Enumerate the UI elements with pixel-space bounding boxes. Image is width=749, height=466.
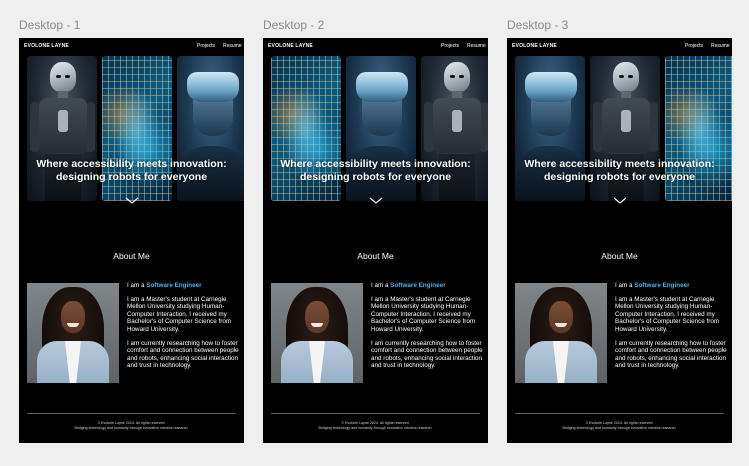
chevron-down-icon[interactable] [507, 191, 732, 204]
nav-projects-link[interactable]: Projects [685, 43, 703, 49]
bio-paragraph-2: I am currently researching how to foster… [371, 339, 483, 370]
bio-section: I am a Software Engineer I am a Master's… [371, 282, 484, 376]
desktop-frame-3[interactable]: EVOLONE LAYNE Projects Resume Where acce… [507, 38, 732, 443]
nav-projects-link[interactable]: Projects [197, 43, 215, 49]
nav-resume-link[interactable]: Resume [467, 43, 486, 49]
bio-paragraph-1: I am a Master's student at Carnegie Mell… [371, 295, 476, 333]
role-line: I am a Software Engineer [127, 282, 202, 289]
footer: © Evolone Layne 2024. All rights reserve… [562, 421, 677, 430]
top-nav: EVOLONE LAYNE Projects Resume [263, 38, 488, 54]
role-highlight: Software Engineer [146, 282, 202, 289]
hero-title: Where accessibility meets innovation: des… [36, 158, 227, 183]
footer-divider [27, 413, 236, 414]
about-heading: About Me [601, 251, 638, 261]
profile-photo [271, 283, 363, 383]
nav-projects-link[interactable]: Projects [441, 43, 459, 49]
brand-logo[interactable]: EVOLONE LAYNE [268, 43, 313, 49]
hero-title: Where accessibility meets innovation: des… [280, 158, 471, 183]
footer: © Evolone Layne 2024. All rights reserve… [74, 421, 189, 430]
frame-label-1: Desktop - 1 [19, 18, 81, 32]
brand-logo[interactable]: EVOLONE LAYNE [24, 43, 69, 49]
footer-divider [271, 413, 480, 414]
top-nav: EVOLONE LAYNE Projects Resume [507, 38, 732, 54]
bio-paragraph-1: I am a Master's student at Carnegie Mell… [127, 295, 232, 333]
role-line: I am a Software Engineer [615, 282, 690, 289]
top-nav: EVOLONE LAYNE Projects Resume [19, 38, 244, 54]
about-heading: About Me [357, 251, 394, 261]
bio-paragraph-2: I am currently researching how to foster… [127, 339, 239, 370]
frame-label-2: Desktop - 2 [263, 18, 325, 32]
hero-title: Where accessibility meets innovation: des… [524, 158, 715, 183]
bio-section: I am a Software Engineer I am a Master's… [615, 282, 728, 376]
chevron-down-icon[interactable] [263, 191, 488, 204]
profile-photo [27, 283, 119, 383]
bio-paragraph-1: I am a Master's student at Carnegie Mell… [615, 295, 720, 333]
bio-section: I am a Software Engineer I am a Master's… [127, 282, 240, 376]
brand-logo[interactable]: EVOLONE LAYNE [512, 43, 557, 49]
nav-resume-link[interactable]: Resume [711, 43, 730, 49]
footer-divider [515, 413, 724, 414]
role-highlight: Software Engineer [390, 282, 446, 289]
frame-label-3: Desktop - 3 [507, 18, 569, 32]
bio-paragraph-2: I am currently researching how to foster… [615, 339, 727, 370]
desktop-frame-2[interactable]: EVOLONE LAYNE Projects Resume Where acce… [263, 38, 488, 443]
role-highlight: Software Engineer [634, 282, 690, 289]
nav-resume-link[interactable]: Resume [223, 43, 242, 49]
chevron-down-icon[interactable] [19, 191, 244, 204]
about-heading: About Me [113, 251, 150, 261]
desktop-frame-1[interactable]: EVOLONE LAYNE Projects Resume Where acce… [19, 38, 244, 443]
footer: © Evolone Layne 2024. All rights reserve… [318, 421, 433, 430]
profile-photo [515, 283, 607, 383]
role-line: I am a Software Engineer [371, 282, 446, 289]
